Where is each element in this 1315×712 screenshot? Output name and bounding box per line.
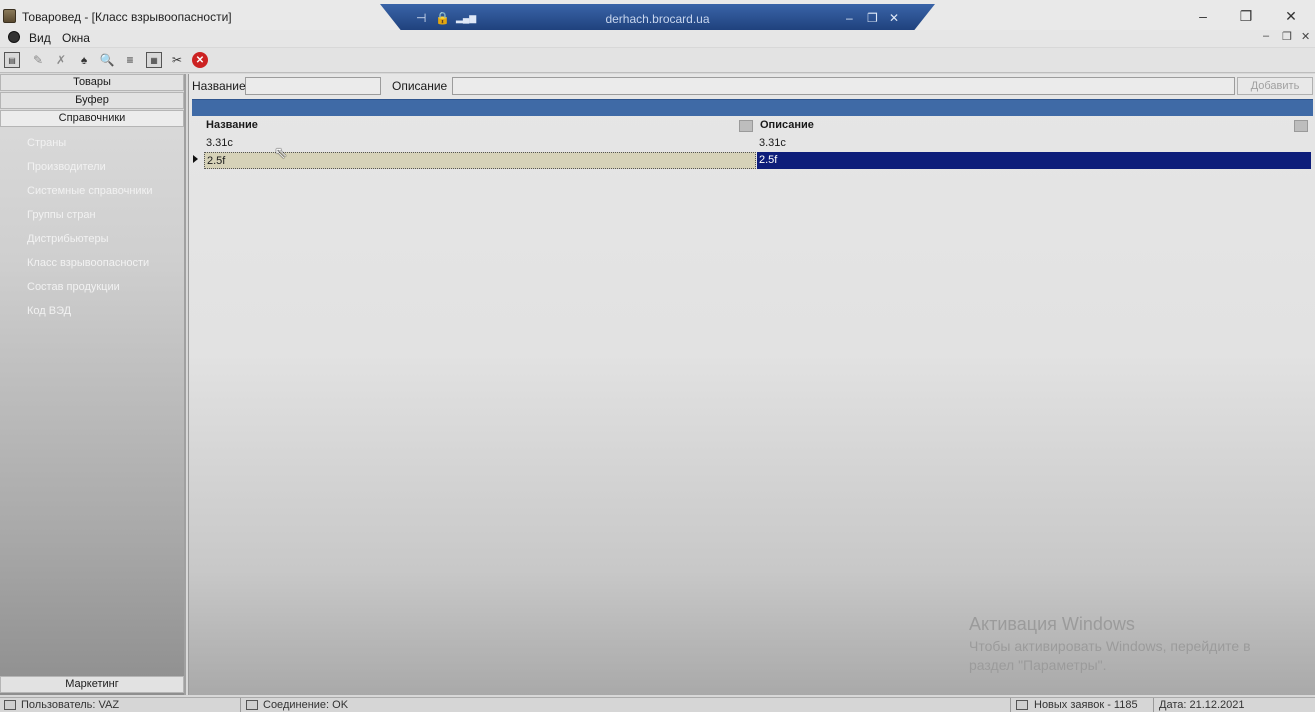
watermark-line-1: Чтобы активировать Windows, перейдите в <box>969 638 1251 654</box>
envelope-icon <box>1016 700 1028 710</box>
column-header-name[interactable]: Название <box>206 119 258 131</box>
mdi-restore-button[interactable]: ❐ <box>1282 30 1292 43</box>
status-connection: Соединение: OK <box>263 699 349 711</box>
globe-icon[interactable] <box>8 31 20 43</box>
user-icon <box>4 700 16 710</box>
grid-group-band <box>192 99 1313 116</box>
status-divider <box>240 698 241 712</box>
connection-icon <box>246 700 258 710</box>
column-header-description[interactable]: Описание <box>760 119 814 131</box>
activation-watermark: Активация Windows Чтобы активировать Win… <box>969 614 1269 675</box>
sidebar-item-countries[interactable]: Страны <box>27 137 66 149</box>
menu-bar: Вид Окна – ❐ ✕ <box>0 30 1315 47</box>
sidebar-item-customs-code[interactable]: Код ВЭД <box>27 305 71 317</box>
description-filter-input[interactable] <box>452 77 1235 95</box>
restore-button[interactable]: ❐ <box>1232 6 1260 26</box>
column-filter-icon[interactable] <box>1294 120 1308 132</box>
calculator-icon[interactable]: ▦ <box>146 52 162 68</box>
binoculars-icon[interactable]: ♠ <box>76 52 92 68</box>
stop-icon[interactable]: ✕ <box>192 52 208 68</box>
main-panel: Название Описание Добавить Название Опис… <box>188 74 1315 695</box>
status-divider <box>1010 698 1011 712</box>
sidebar: Товары Буфер Справочники Страны Производ… <box>0 74 186 695</box>
status-user: Пользователь: VAZ <box>21 699 120 711</box>
status-date: Дата: 21.12.2021 <box>1159 699 1245 711</box>
delete-icon[interactable]: ✗ <box>53 52 69 68</box>
add-button[interactable]: Добавить <box>1237 77 1313 95</box>
menu-view[interactable]: Вид <box>29 31 51 45</box>
preview-icon[interactable]: 🔍 <box>99 52 115 68</box>
table-row[interactable]: 2.5f 2.5f <box>204 152 1311 169</box>
rdp-minimize-button[interactable]: – <box>846 11 853 25</box>
rdp-close-button[interactable]: ✕ <box>889 11 899 25</box>
panel-goods[interactable]: Товары <box>0 74 184 91</box>
cell-description[interactable]: 3.31c <box>757 135 1311 152</box>
window-title: Товаровед - [Класс взрывоопасности] <box>22 10 232 24</box>
toolbar: ▤ ✎ ✗ ♠ 🔍 ≡ ▦ ✂ ✕ <box>0 48 1315 73</box>
menu-windows[interactable]: Окна <box>62 31 90 45</box>
description-filter-label: Описание <box>392 79 448 93</box>
new-document-icon[interactable]: ▤ <box>4 52 20 68</box>
sidebar-item-distributors[interactable]: Дистрибьютеры <box>27 233 109 245</box>
sidebar-item-manufacturers[interactable]: Производители <box>27 161 106 173</box>
sidebar-item-country-groups[interactable]: Группы стран <box>27 209 96 221</box>
close-button[interactable]: ✕ <box>1277 6 1305 26</box>
mdi-minimize-button[interactable]: – <box>1263 30 1269 42</box>
cell-description[interactable]: 2.5f <box>757 152 1311 169</box>
name-filter-label: Название <box>192 79 246 93</box>
status-new-orders: Новых заявок - 1185 <box>1034 699 1138 711</box>
table-row[interactable]: 3.31c 3.31c <box>204 135 1311 152</box>
rdp-restore-button[interactable]: ❐ <box>867 11 878 25</box>
status-bar: Пользователь: VAZ Соединение: OK Новых з… <box>0 697 1315 712</box>
status-divider <box>1153 698 1154 712</box>
minimize-button[interactable]: – <box>1189 6 1217 26</box>
sidebar-item-product-composition[interactable]: Состав продукции <box>27 281 120 293</box>
mdi-close-button[interactable]: ✕ <box>1301 30 1310 43</box>
app-icon <box>3 9 16 23</box>
watermark-line-2: раздел "Параметры". <box>969 657 1107 673</box>
current-row-indicator-icon <box>193 155 198 163</box>
checklist-icon[interactable]: ≡ <box>122 52 138 68</box>
watermark-title: Активация Windows <box>969 614 1135 634</box>
sidebar-item-system-references[interactable]: Системные справочники <box>27 185 153 197</box>
panel-buffer[interactable]: Буфер <box>0 92 184 109</box>
settings-icon[interactable]: ✂ <box>169 52 185 68</box>
name-filter-input[interactable] <box>245 77 381 95</box>
column-filter-icon[interactable] <box>739 120 753 132</box>
edit-icon[interactable]: ✎ <box>30 52 46 68</box>
remote-connection-bar: ⊣ 🔒 ▂▄▆ derhach.brocard.ua – ❐ ✕ <box>380 4 935 32</box>
panel-marketing[interactable]: Маркетинг <box>0 676 184 693</box>
mouse-cursor-icon: ⇖ <box>274 145 288 162</box>
sidebar-item-explosion-class[interactable]: Класс взрывоопасности <box>27 257 149 269</box>
panel-references[interactable]: Справочники <box>0 110 184 127</box>
